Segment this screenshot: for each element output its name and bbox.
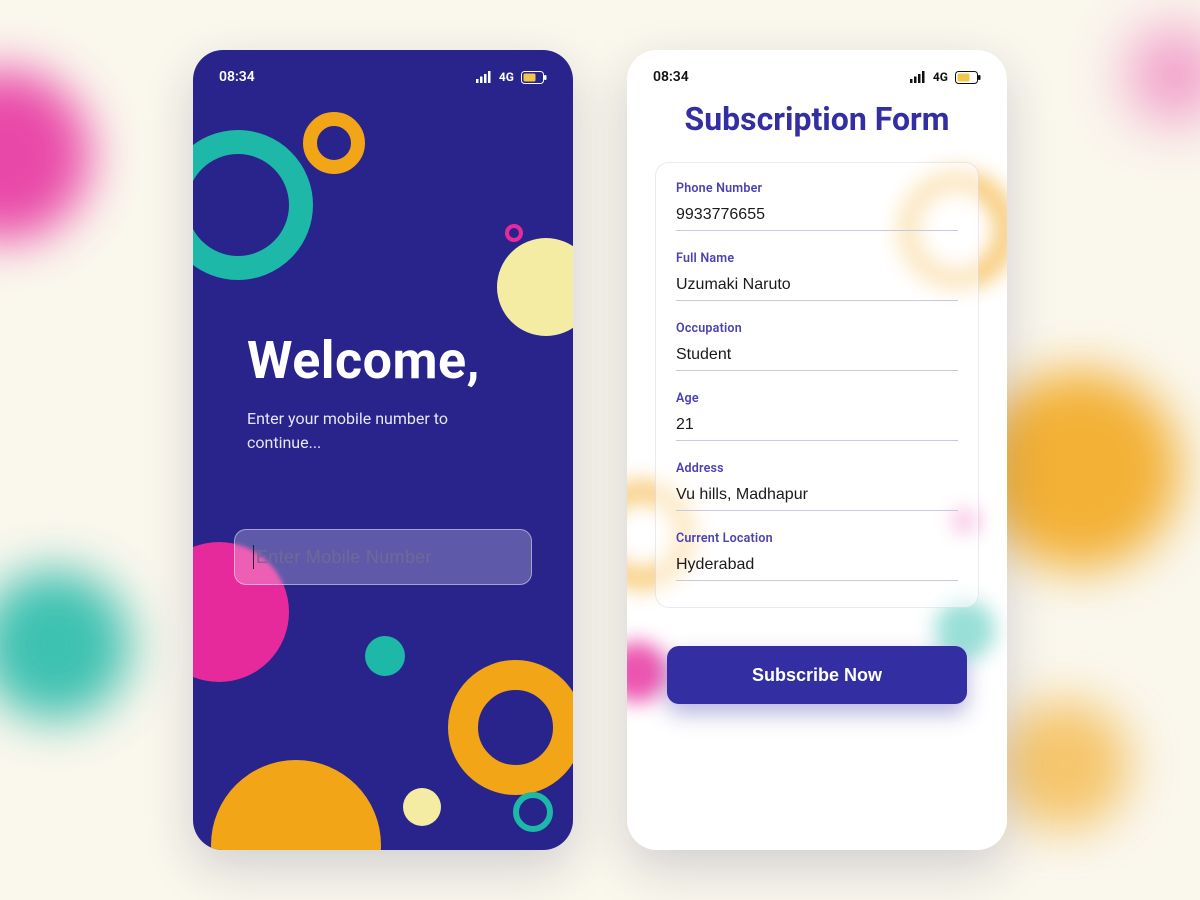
occupation-input[interactable] xyxy=(676,340,958,371)
mobile-number-input[interactable] xyxy=(256,547,513,568)
field-age: Age xyxy=(676,391,958,441)
field-label: Occupation xyxy=(676,321,958,336)
location-input[interactable] xyxy=(676,550,958,581)
status-time: 08:34 xyxy=(653,69,689,85)
welcome-title: Welcome, xyxy=(247,330,537,391)
field-phone: Phone Number xyxy=(676,181,958,231)
form-title: Subscription Form xyxy=(627,100,1007,138)
subscription-screen: 08:34 4G Subscription Form Phone Number xyxy=(627,50,1007,850)
status-bar: 08:34 4G xyxy=(193,50,573,90)
status-right: 4G xyxy=(476,70,547,84)
field-name: Full Name xyxy=(676,251,958,301)
name-input[interactable] xyxy=(676,270,958,301)
battery-icon xyxy=(955,71,981,84)
subscribe-button[interactable]: Subscribe Now xyxy=(667,646,967,704)
signal-icon xyxy=(476,71,492,83)
text-caret-icon xyxy=(253,545,254,569)
welcome-body: Welcome, Enter your mobile number to con… xyxy=(193,90,573,455)
phone-input[interactable] xyxy=(676,200,958,231)
field-occupation: Occupation xyxy=(676,321,958,371)
field-label: Phone Number xyxy=(676,181,958,196)
signal-icon xyxy=(910,71,926,83)
ring-orange-large-icon xyxy=(448,660,573,795)
circle-orange-icon xyxy=(211,760,381,850)
field-label: Current Location xyxy=(676,531,958,546)
subscription-form: Phone Number Full Name Occupation Age Ad… xyxy=(655,162,979,608)
welcome-screen: 08:34 4G Welcome, xyxy=(193,50,573,850)
address-input[interactable] xyxy=(676,480,958,511)
status-time: 08:34 xyxy=(219,69,255,85)
field-label: Address xyxy=(676,461,958,476)
ring-teal-small-icon xyxy=(513,792,553,832)
welcome-subtitle: Enter your mobile number to continue... xyxy=(247,407,487,455)
field-address: Address xyxy=(676,461,958,511)
circle-cream-small-icon xyxy=(403,788,441,826)
mobile-number-field[interactable] xyxy=(234,529,532,585)
field-label: Age xyxy=(676,391,958,406)
network-label: 4G xyxy=(499,70,514,84)
battery-icon xyxy=(521,71,547,84)
network-label: 4G xyxy=(933,70,948,84)
status-bar: 08:34 4G xyxy=(627,50,1007,90)
age-input[interactable] xyxy=(676,410,958,441)
status-right: 4G xyxy=(910,70,981,84)
circle-magenta-blur-icon xyxy=(627,642,667,702)
artboard-stage: 08:34 4G Welcome, xyxy=(0,0,1200,900)
field-label: Full Name xyxy=(676,251,958,266)
circle-teal-icon xyxy=(365,636,405,676)
field-location: Current Location xyxy=(676,531,958,581)
